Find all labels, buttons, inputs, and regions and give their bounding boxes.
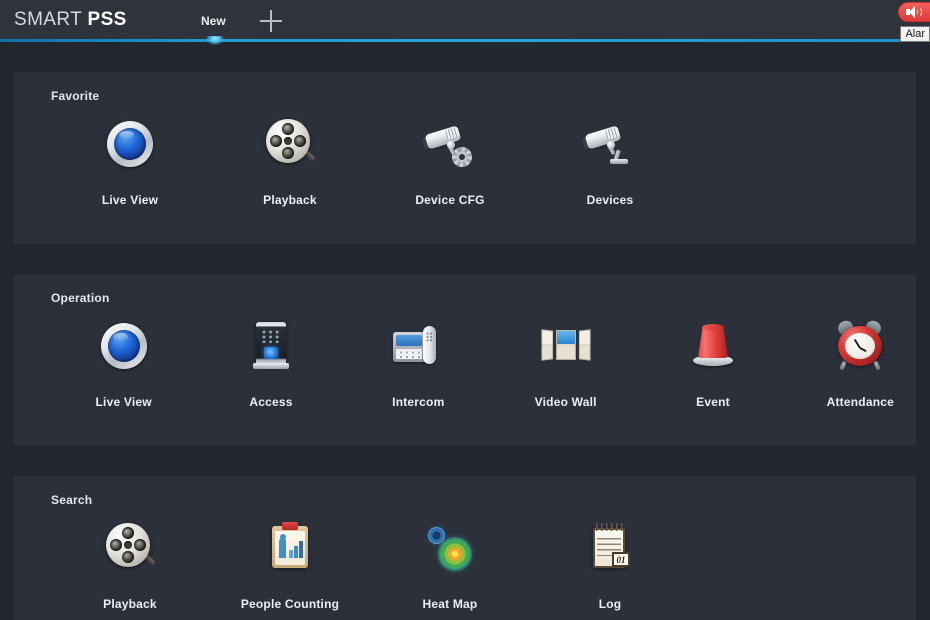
tile-people-counting[interactable]: People Counting [228,520,352,611]
alarm-badge[interactable] [898,2,930,22]
favorite-item-grid: Live View Playback Device CFG Devices [14,116,916,207]
tile-log[interactable]: 01 Log [548,520,672,611]
section-operation: Operation Live View Access Intercom Vide… [14,274,916,446]
tile-label: Intercom [392,395,445,409]
tile-event[interactable]: Event [657,318,768,409]
tile-playback[interactable]: Playback [228,116,352,207]
playback-film-reel-icon [102,520,158,576]
live-view-icon [96,318,152,374]
operation-item-grid: Live View Access Intercom Video Wall Eve… [14,318,916,409]
video-wall-icon [538,318,594,374]
tile-label: Live View [101,193,159,207]
camera-mount-icon [581,116,638,172]
tile-label: Live View [95,395,152,409]
section-title-search: Search [51,493,93,507]
section-favorite: Favorite Live View Playback Device CFG D… [14,72,916,244]
intercom-phone-icon [390,318,446,374]
section-title-operation: Operation [51,291,110,305]
tile-label: Attendance [826,395,894,409]
section-title-favorite: Favorite [51,89,100,103]
logo-text-smart: SMART [14,9,88,30]
tile-label: Log [598,597,622,611]
tile-label: People Counting [240,597,340,611]
tile-heat-map[interactable]: Heat Map [388,520,512,611]
tile-access[interactable]: Access [215,318,326,409]
add-tab-plus-icon[interactable] [259,10,282,32]
speaker-alarm-icon [906,6,922,18]
tile-label: Access [249,395,293,409]
clipboard-chart-icon [262,520,318,576]
tile-device-cfg[interactable]: Device CFG [388,116,512,207]
playback-film-reel-icon [262,116,318,172]
tile-live-view[interactable]: Live View [68,318,179,409]
tile-label: Playback [263,193,317,207]
tile-label: Devices [586,193,634,207]
tile-label: Video Wall [534,395,597,409]
alarm-beacon-icon [685,318,741,374]
notepad-log-icon: 01 [582,520,638,576]
tile-live-view[interactable]: Live View [68,116,192,207]
access-terminal-icon [243,318,299,374]
tile-devices[interactable]: Devices [548,116,672,207]
section-search: Search Playback People Counting Heat Map… [14,476,916,620]
dashboard-stage: Favorite Live View Playback Device CFG D… [0,42,930,620]
tile-label: Playback [103,597,157,611]
alarm-tooltip: Alar [900,26,930,42]
app-logo: SMART PSS [14,9,127,31]
tile-label: Device CFG [415,193,485,207]
search-item-grid: Playback People Counting Heat Map 01 Log [14,520,916,611]
camera-gear-icon [421,116,478,172]
live-view-icon [102,116,158,172]
tile-playback[interactable]: Playback [68,520,192,611]
alarm-clock-icon [832,318,888,374]
logo-text-pss: PSS [87,9,127,30]
app-header: SMART PSS New [0,0,930,45]
log-badge-number: 01 [612,552,630,567]
tile-intercom[interactable]: Intercom [363,318,474,409]
tile-label: Heat Map [422,597,478,611]
heat-map-rings-icon [422,520,478,576]
tile-label: Event [696,395,730,409]
tile-attendance[interactable]: Attendance [805,318,916,409]
tile-video-wall[interactable]: Video Wall [510,318,621,409]
